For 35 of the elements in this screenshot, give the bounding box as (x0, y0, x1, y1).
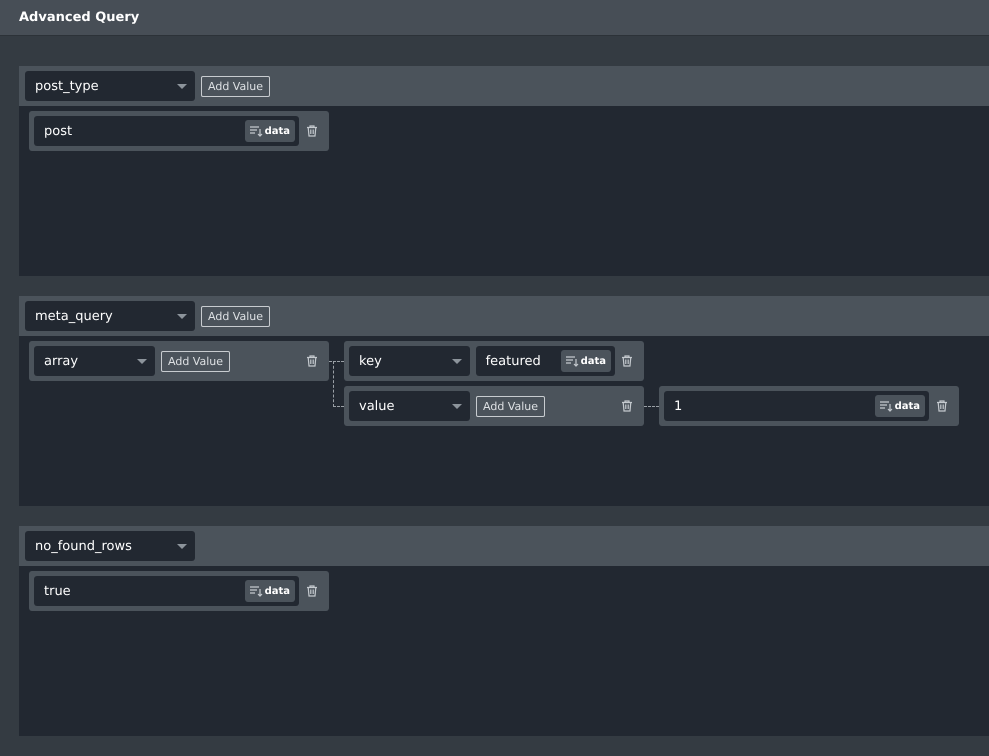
add-value-button[interactable]: Add Value (161, 350, 230, 372)
add-value-button[interactable]: Add Value (201, 306, 270, 326)
caret-icon (452, 404, 462, 408)
trash-icon[interactable] (621, 400, 633, 412)
trash-icon[interactable] (306, 355, 318, 367)
caret-icon (137, 358, 147, 364)
trash-icon[interactable] (621, 355, 634, 367)
data-button[interactable]: data (560, 350, 612, 372)
caret-icon (177, 544, 187, 548)
trash-icon[interactable] (936, 400, 948, 412)
value-field[interactable]: post data (34, 116, 299, 146)
add-value-button[interactable]: Add Value (201, 76, 270, 96)
page-title: Advanced Query (19, 10, 140, 25)
caret-icon (177, 84, 187, 88)
trash-icon[interactable] (306, 585, 318, 597)
select-dropdown[interactable]: post_type (25, 71, 195, 101)
value-field[interactable]: 1 data (664, 391, 929, 421)
add-value-button[interactable]: Add Value (476, 396, 545, 416)
data-button[interactable]: data (874, 395, 925, 417)
value-field[interactable]: featured data (476, 346, 616, 376)
data-button[interactable]: data (244, 120, 295, 142)
select-dropdown[interactable]: array (34, 346, 155, 376)
caret-icon (177, 314, 187, 318)
value-field[interactable]: true data (34, 576, 299, 606)
select-dropdown[interactable]: no_found_rows (25, 531, 195, 561)
caret-icon (452, 358, 462, 364)
data-button[interactable]: data (244, 580, 295, 602)
select-dropdown[interactable]: meta_query (25, 301, 195, 331)
list-down-icon (250, 585, 263, 597)
list-down-icon (250, 125, 263, 137)
list-down-icon (566, 355, 579, 367)
trash-icon[interactable] (306, 125, 318, 137)
select-dropdown[interactable]: key (349, 346, 470, 376)
list-down-icon (880, 400, 893, 412)
select-dropdown[interactable]: value (349, 391, 470, 421)
